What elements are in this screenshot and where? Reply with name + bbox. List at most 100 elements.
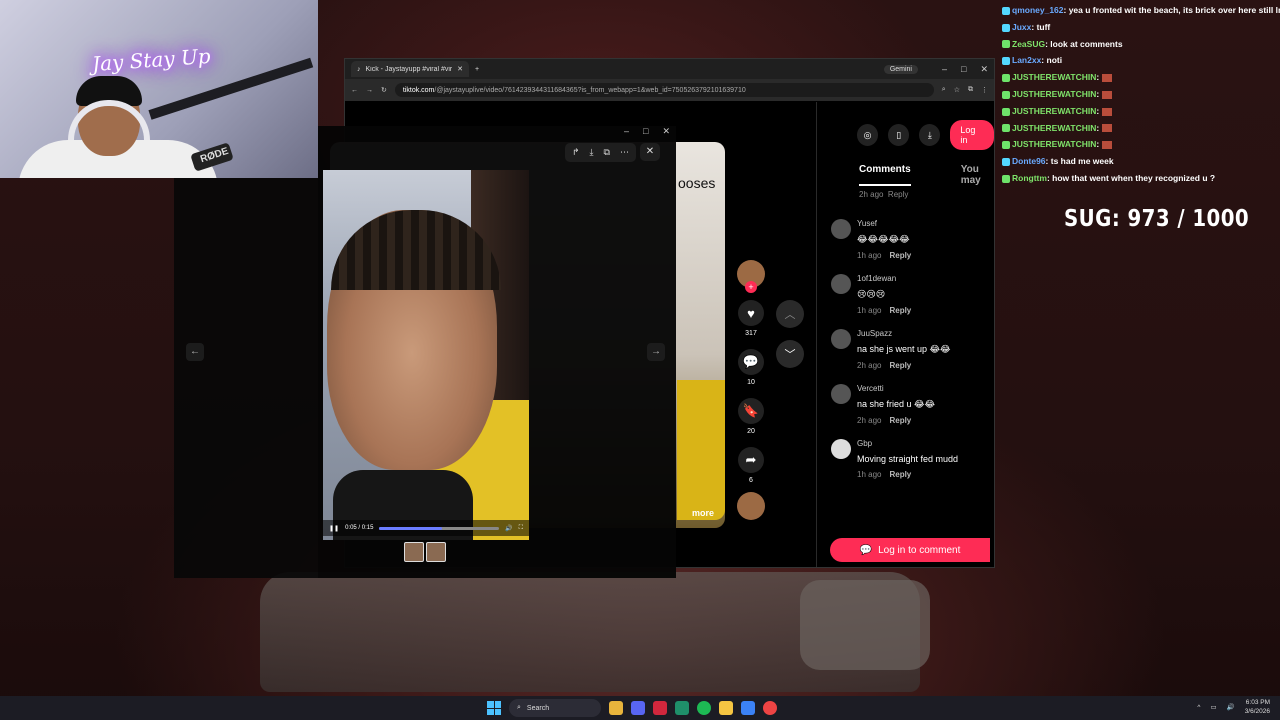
close-window-icon[interactable]: ✕ [980, 64, 988, 75]
reply-link[interactable]: Reply [889, 470, 911, 479]
tray-chevron-icon[interactable]: ^ [1197, 704, 1200, 711]
taskbar-search[interactable]: ⌕ Search [509, 699, 601, 717]
chat-username[interactable]: JUSTHEREWATCHIN [1012, 72, 1096, 82]
chat-username[interactable]: ZeaSUG [1012, 39, 1045, 49]
menu-dots-icon[interactable]: ⋮ [981, 86, 988, 94]
extensions-icon[interactable]: ⧉ [968, 86, 973, 94]
music-disc-avatar[interactable] [737, 492, 765, 520]
more-options-icon[interactable]: ⋯ [620, 147, 629, 158]
adobe-icon[interactable] [653, 701, 667, 715]
reply-link[interactable]: Reply [889, 306, 911, 315]
reload-icon[interactable]: ↻ [381, 86, 387, 94]
volume-tray-icon[interactable]: 🔊 [1227, 703, 1235, 711]
new-tab-icon[interactable]: + [475, 66, 479, 73]
chat-username[interactable]: JUSTHEREWATCHIN [1012, 139, 1096, 149]
comment-count: 10 [747, 379, 755, 386]
comment-author[interactable]: Gbp [857, 439, 958, 448]
more-link[interactable]: more [692, 508, 714, 518]
video-progress-bar[interactable] [379, 526, 500, 530]
like-heart-icon[interactable]: ♥ [738, 300, 764, 326]
maximize-icon[interactable]: □ [961, 64, 966, 75]
download-icon[interactable]: ⤓ [590, 147, 594, 158]
compass-icon[interactable]: ◎ [857, 124, 879, 146]
comment-text: Moving straight fed mudd [857, 454, 959, 464]
obs-icon[interactable] [763, 701, 777, 715]
browser-tab[interactable]: ♪ Kick - Jaystayupp #viral #viralvid ✕ [351, 61, 469, 77]
comment-author[interactable]: 1of1dewan [857, 274, 911, 283]
phone-icon[interactable]: ▯ [888, 124, 910, 146]
chat-username[interactable]: JUSTHEREWATCHIN [1012, 123, 1096, 133]
network-icon[interactable]: ▭ [1210, 703, 1216, 711]
address-bar-row: ← → ↻ tiktok.com /@jaystayuplive/video/7… [345, 79, 994, 101]
chat-badge-icon [1002, 157, 1010, 166]
chat-username[interactable]: Lan2xx [1012, 55, 1041, 65]
volume-icon[interactable]: 🔊 [505, 525, 512, 532]
avatar[interactable] [831, 439, 851, 459]
download-icon[interactable]: ⤓ [919, 124, 941, 146]
login-button[interactable]: Log in [950, 120, 994, 150]
reply-link[interactable]: Reply [889, 361, 911, 370]
tab-bar: ♪ Kick - Jaystayupp #viral #viralvid ✕ +… [345, 59, 994, 79]
share-arrow-icon[interactable]: ➦ [738, 447, 764, 473]
viewer-minimize-icon[interactable]: – [624, 126, 629, 140]
chevron-down-icon[interactable]: ﹀ [776, 340, 804, 368]
minimize-icon[interactable]: – [942, 64, 947, 75]
avatar[interactable] [831, 329, 851, 349]
clock[interactable]: 6:03 PM 3/6/2026 [1245, 698, 1270, 716]
capcut-icon[interactable] [675, 701, 689, 715]
open-external-icon[interactable]: ⧉ [604, 147, 610, 158]
forward-icon[interactable]: → [366, 87, 373, 94]
partial-reply-link[interactable]: Reply [888, 190, 908, 199]
avatar[interactable] [831, 219, 851, 239]
comment-author[interactable]: Yusef [857, 219, 911, 228]
avatar[interactable] [831, 384, 851, 404]
chat-username[interactable]: Rongttm [1012, 173, 1047, 183]
close-icon[interactable]: ✕ [639, 143, 660, 161]
avatar[interactable] [831, 274, 851, 294]
chat-username[interactable]: Juxx [1012, 22, 1031, 32]
zoom-icon[interactable]: ⌕ [942, 86, 946, 94]
login-to-comment-button[interactable]: 💬 Log in to comment [830, 538, 990, 562]
chat-badge-icon [1002, 141, 1010, 150]
follow-plus-icon[interactable]: + [745, 281, 757, 293]
pause-icon[interactable]: ❚❚ [329, 525, 339, 532]
windows-start-icon[interactable] [487, 701, 501, 715]
forward-share-icon[interactable]: ↱ [572, 147, 580, 158]
chat-username[interactable]: JUSTHEREWATCHIN [1012, 106, 1096, 116]
bookmark-star-icon[interactable]: ☆ [954, 86, 960, 94]
creator-avatar[interactable]: + [737, 260, 765, 293]
thumbnail[interactable] [404, 542, 424, 562]
comment-author[interactable]: JuuSpazz [857, 329, 951, 338]
viewer-close-window-icon[interactable]: ✕ [662, 126, 670, 140]
chat-username[interactable]: JUSTHEREWATCHIN [1012, 89, 1096, 99]
bookmark-icon[interactable]: 🔖 [738, 398, 764, 424]
webcam-overlay: Jay Stay Up RØDE [0, 0, 318, 178]
next-media-icon[interactable]: → [647, 343, 665, 361]
reply-link[interactable]: Reply [889, 251, 911, 260]
gemini-button[interactable]: Gemini [883, 64, 918, 74]
fullscreen-icon[interactable]: ⛶ [519, 525, 523, 532]
tab-comments[interactable]: Comments [859, 164, 911, 186]
tab-you-may-like[interactable]: You may [961, 164, 994, 186]
browser-app-icon[interactable] [741, 701, 755, 715]
chat-emote-icon [1101, 73, 1112, 82]
thumbnail[interactable] [426, 542, 446, 562]
close-tab-icon[interactable]: ✕ [457, 65, 463, 73]
reply-link[interactable]: Reply [889, 416, 911, 425]
chat-username[interactable]: qmoney_162 [1012, 5, 1064, 15]
previous-media-icon[interactable]: ← [186, 343, 204, 361]
viewer-backdrop [174, 178, 318, 578]
viewer-maximize-icon[interactable]: □ [643, 126, 648, 140]
chevron-up-icon[interactable]: ︿ [776, 300, 804, 328]
discord-icon[interactable] [631, 701, 645, 715]
video-player[interactable] [323, 170, 529, 540]
back-icon[interactable]: ← [351, 87, 358, 94]
like-count: 317 [745, 330, 757, 337]
spotify-icon[interactable] [697, 701, 711, 715]
file-explorer-icon[interactable] [719, 701, 733, 715]
chat-username[interactable]: Donte96 [1012, 156, 1046, 166]
url-field[interactable]: tiktok.com /@jaystayuplive/video/7614239… [394, 83, 934, 97]
comment-author[interactable]: Vercetti [857, 384, 935, 393]
chrome-icon[interactable] [609, 701, 623, 715]
comment-bubble-icon[interactable]: 💬 [738, 349, 764, 375]
